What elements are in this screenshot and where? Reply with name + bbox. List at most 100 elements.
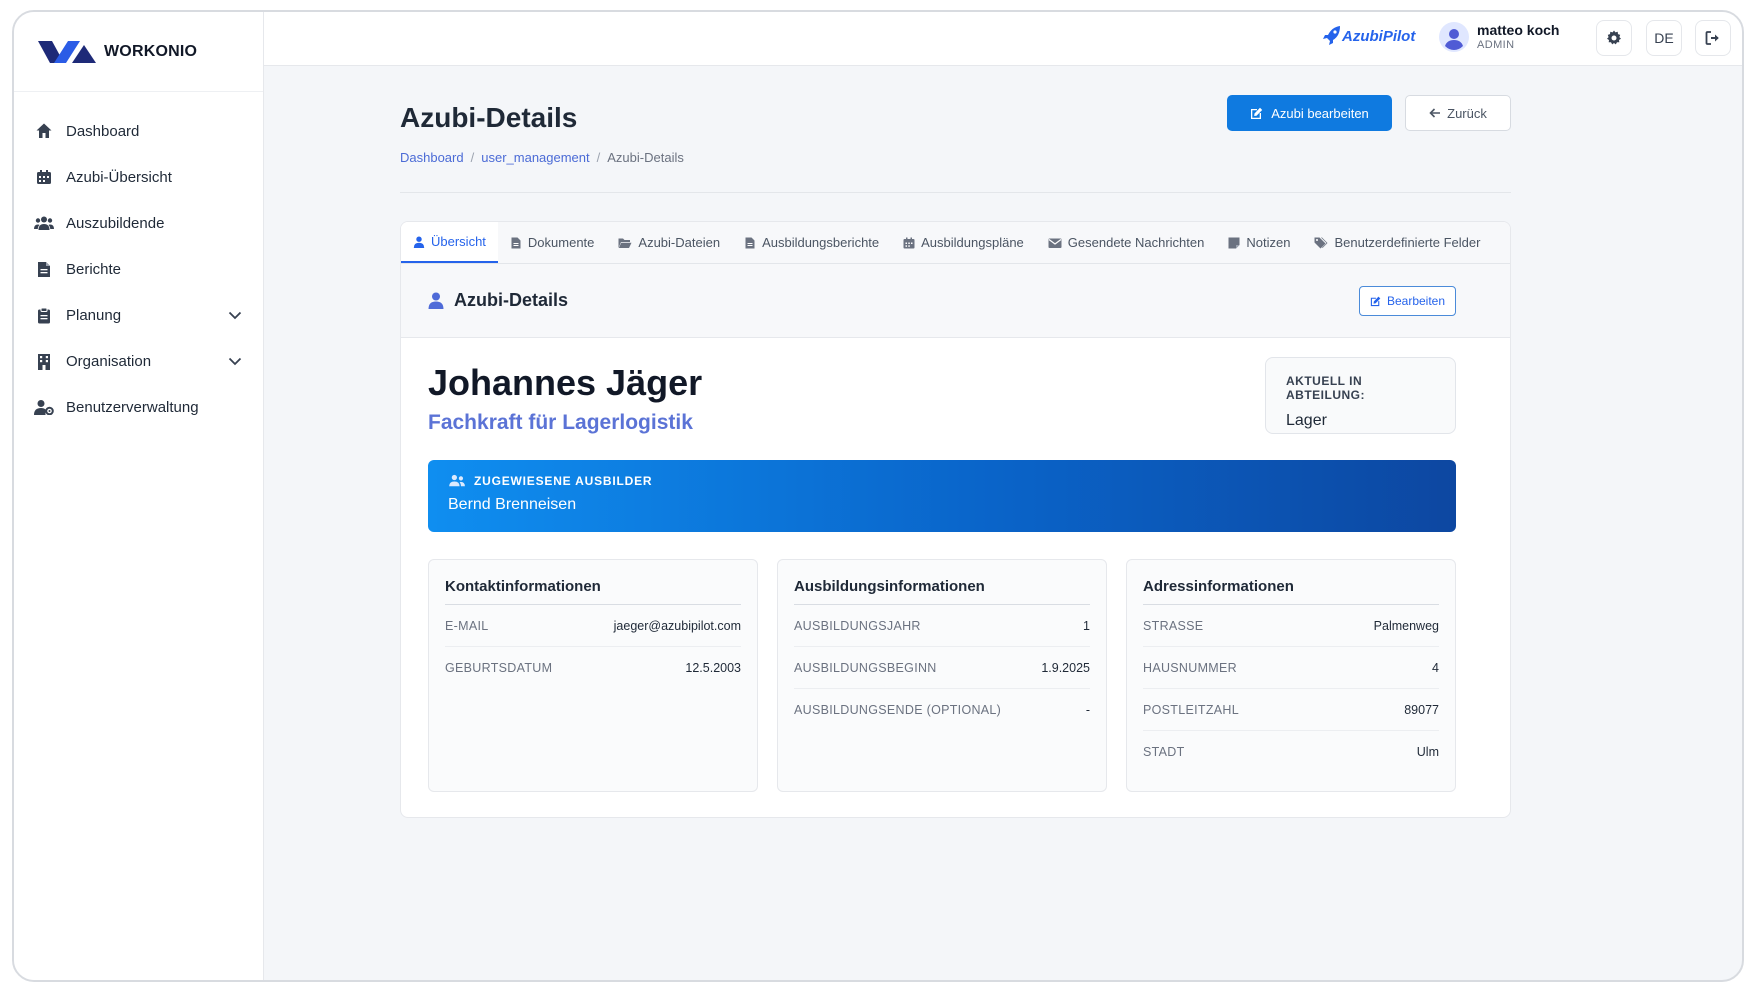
breadcrumb-dashboard[interactable]: Dashboard [400,150,464,165]
tags-icon [1314,237,1328,248]
info-key: STRASSE [1143,618,1204,633]
info-row: STRASSE Palmenweg [1143,605,1439,647]
breadcrumb: Dashboard / user_management / Azubi-Details [400,150,684,165]
user-circle-icon [1440,23,1468,51]
edit-icon [1251,107,1263,119]
tab-ausbildungsplaene[interactable]: Ausbildungspläne [891,222,1036,263]
info-row: AUSBILDUNGSBEGINN 1.9.2025 [794,647,1090,689]
tab-gesendete-nachrichten[interactable]: Gesendete Nachrichten [1036,222,1217,263]
clipboard-icon [34,305,54,325]
edit-details-button[interactable]: Bearbeiten [1359,286,1456,316]
tab-dokumente[interactable]: Dokumente [498,222,606,263]
info-row: E-MAIL jaeger@azubipilot.com [445,605,741,647]
tab-label: Azubi-Dateien [638,235,721,250]
contact-info-title: Kontaktinformationen [445,578,741,605]
info-value: 1 [1083,618,1090,633]
folder-open-icon [618,238,632,248]
sidebar-item-benutzerverwaltung[interactable]: Benutzerverwaltung [14,384,263,430]
info-row: AUSBILDUNGSENDE (OPTIONAL) - [794,689,1090,731]
tab-label: Dokumente [527,235,595,250]
brand-text: AzubiPilot [1342,27,1416,45]
tab-benutzerdefinierte-felder[interactable]: Benutzerdefinierte Felder [1302,222,1492,263]
tab-label: Benutzerdefinierte Felder [1334,235,1481,250]
users-icon [449,474,465,487]
tab-azubi-dateien[interactable]: Azubi-Dateien [606,222,732,263]
sign-out-icon [1705,31,1719,45]
app-window: WORKONIO Dashboard Azubi-Übersicht Auszu… [12,10,1744,982]
tab-label: Notizen [1246,235,1291,250]
tab-label: Übersicht [431,234,486,249]
breadcrumb-current: Azubi-Details [607,150,684,165]
sidebar-item-label: Auszubildende [66,214,165,232]
info-key: STADT [1143,745,1185,759]
sidebar-item-azubi-uebersicht[interactable]: Azubi-Übersicht [14,154,263,200]
trainer-name: Bernd Brenneisen [448,496,577,513]
chevron-down-icon[interactable] [227,353,243,369]
user-name: matteo koch [1477,22,1560,38]
azubipilot-brand[interactable]: AzubiPilot [1322,25,1415,47]
user-menu[interactable]: matteo koch ADMIN [1439,22,1559,52]
tab-ausbildungsberichte[interactable]: Ausbildungsberichte [732,222,891,263]
info-value: 4 [1432,660,1439,675]
tab-uebersicht[interactable]: Übersicht [401,222,498,263]
section-header: Azubi-Details Bearbeiten [401,264,1510,338]
tab-notizen[interactable]: Notizen [1216,222,1302,263]
sidebar-item-auszubildende[interactable]: Auszubildende [14,200,263,246]
tab-label: Ausbildungspläne [921,235,1024,250]
logo[interactable]: WORKONIO [14,12,263,92]
edit-azubi-label: Azubi bearbeiten [1271,105,1369,121]
info-key: AUSBILDUNGSJAHR [794,618,921,633]
sidebar-item-berichte[interactable]: Berichte [14,246,263,292]
info-row: POSTLEITZAHL 89077 [1143,689,1439,731]
user-icon [428,292,444,309]
breadcrumb-user-management[interactable]: user_management [481,150,589,165]
tab-bar: Übersicht Dokumente Azubi-Dateien Ausbil… [401,222,1510,264]
note-icon [1228,237,1240,248]
divider [400,192,1511,193]
tab-label: Ausbildungsberichte [762,235,880,250]
info-row: HAUSNUMMER 4 [1143,647,1439,689]
home-icon [34,121,54,141]
file-icon [745,237,755,248]
info-key: E-MAIL [445,618,489,633]
sidebar-item-planung[interactable]: Planung [14,292,263,338]
sidebar-item-organisation[interactable]: Organisation [14,338,263,384]
file-icon [511,237,521,248]
page-title: Azubi-Details [400,102,578,133]
chevron-down-icon[interactable] [227,307,243,323]
users-icon [34,213,54,233]
avatar [1439,22,1469,52]
info-value: jaeger@azubipilot.com [613,618,741,633]
azubi-profession: Fachkraft für Lagerlogistik [428,411,693,434]
training-info-panel: Ausbildungsinformationen AUSBILDUNGSJAHR… [777,559,1107,792]
sidebar-item-label: Azubi-Übersicht [66,168,172,186]
contact-info-panel: Kontaktinformationen E-MAIL jaeger@azubi… [428,559,758,792]
settings-button[interactable] [1596,20,1632,56]
calendar-icon [34,167,54,187]
info-key: POSTLEITZAHL [1143,702,1239,717]
logout-button[interactable] [1695,20,1731,56]
arrow-left-icon [1429,108,1441,118]
language-button[interactable]: DE [1646,20,1682,56]
trainer-label: ZUGEWIESENE AUSBILDER [448,474,1436,488]
info-value: Ulm [1416,745,1439,759]
calendar-icon [903,237,915,248]
main-content: Azubi-Details Dashboard / user_management /… [264,66,1742,980]
envelope-icon [1048,238,1062,248]
sidebar-item-label: Berichte [66,260,122,278]
edit-azubi-button[interactable]: Azubi bearbeiten [1227,95,1392,131]
user-gear-icon [34,397,54,417]
user-icon [413,236,425,248]
details-card: Übersicht Dokumente Azubi-Dateien Ausbil… [400,221,1511,818]
info-key: AUSBILDUNGSBEGINN [794,660,937,675]
back-button[interactable]: Zurück [1405,95,1511,131]
info-value: - [1085,703,1090,717]
file-icon [34,259,54,279]
azubi-name: Johannes Jäger [428,362,703,403]
section-title: Azubi-Details [428,290,568,311]
sidebar-item-dashboard[interactable]: Dashboard [14,108,263,154]
assigned-trainer-banner: ZUGEWIESENE AUSBILDER Bernd Brenneisen [428,460,1456,532]
info-row: STADT Ulm [1143,731,1439,773]
trainer-label-text: ZUGEWIESENE AUSBILDER [474,474,653,488]
rocket-icon [1323,26,1340,45]
